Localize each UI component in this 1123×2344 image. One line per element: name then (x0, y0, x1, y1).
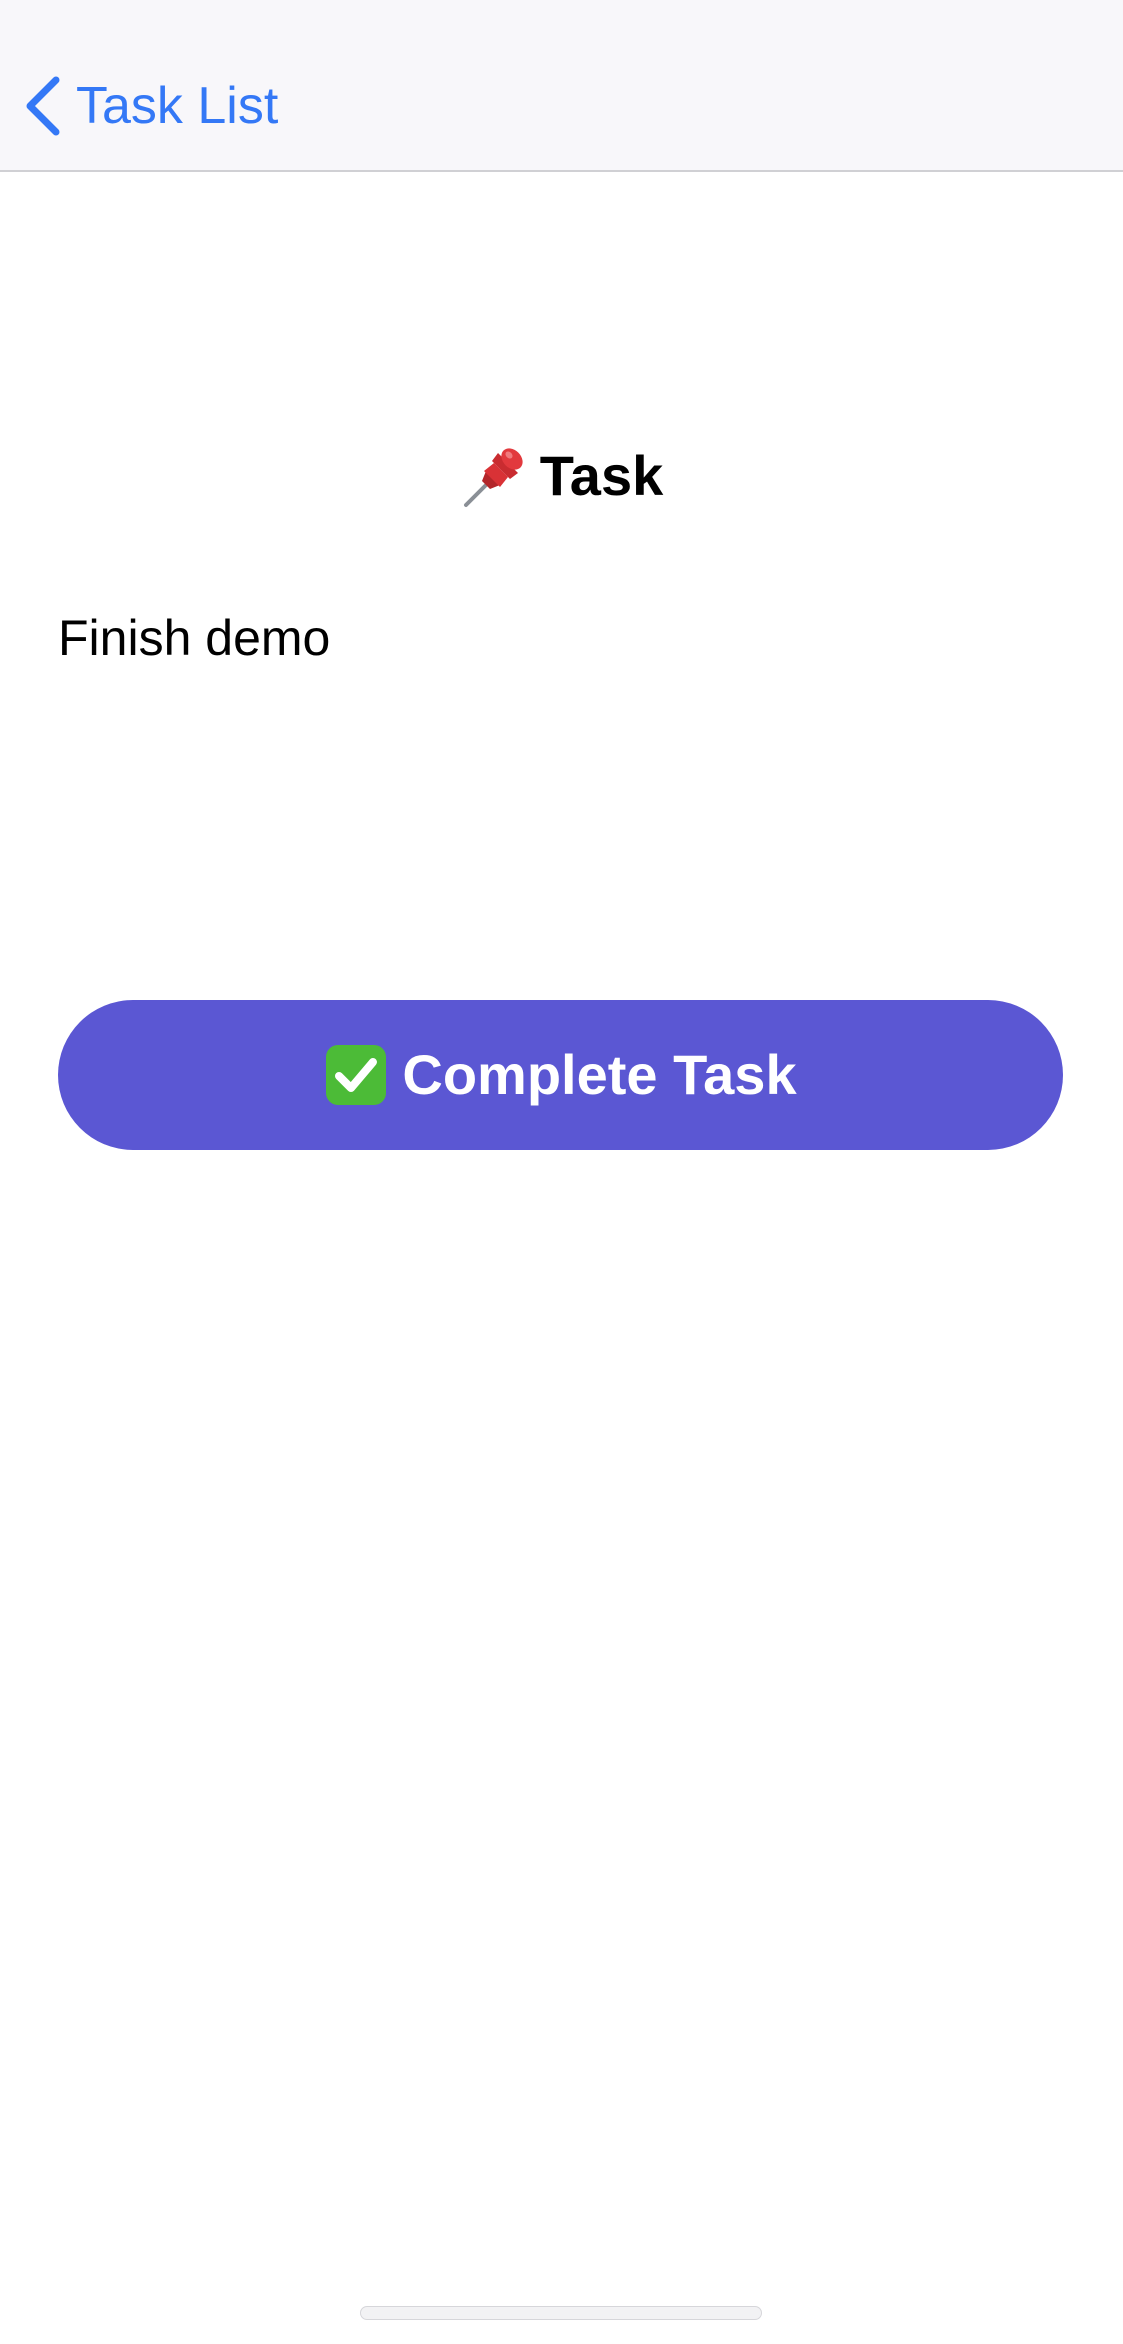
task-heading: Task (0, 440, 1123, 512)
complete-task-button-label: Complete Task (402, 1043, 797, 1106)
complete-task-button[interactable]: Complete Task (58, 1000, 1063, 1150)
chevron-left-icon (26, 76, 60, 136)
back-button[interactable]: Task List (22, 70, 278, 142)
task-detail-screen: Task List Task Finish demo Complete Task (0, 0, 1123, 2344)
pushpin-icon (463, 448, 523, 507)
back-button-label: Task List (76, 77, 279, 135)
task-name: Finish demo (58, 610, 331, 666)
navigation-bar: Task List (0, 0, 1123, 172)
task-heading-label: Task (539, 444, 664, 507)
check-mark-icon (326, 1045, 387, 1105)
home-indicator[interactable] (360, 2306, 762, 2320)
